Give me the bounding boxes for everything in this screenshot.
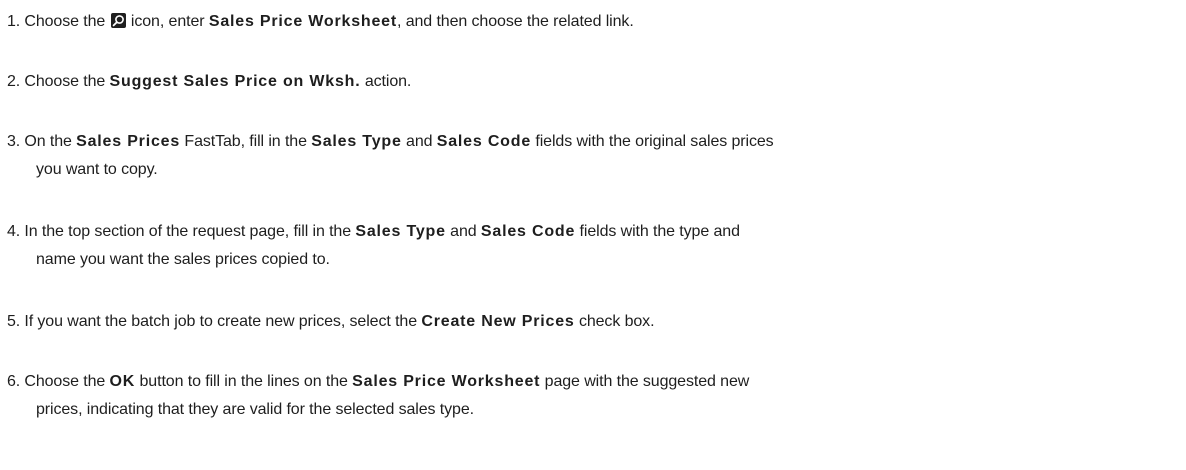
ui-term-sales-type: Sales Type bbox=[311, 133, 402, 150]
search-icon bbox=[110, 13, 126, 28]
step-text-segment: button to fill in the lines on the bbox=[135, 373, 353, 390]
ui-term-ok: OK bbox=[109, 373, 136, 390]
step-number: 6. bbox=[7, 373, 21, 390]
step-number: 1. bbox=[7, 13, 21, 30]
ui-term-sales-type: Sales Type bbox=[355, 223, 446, 240]
ui-term-sales-code: Sales Code bbox=[480, 223, 576, 240]
ui-term-suggest-sales-price: Suggest Sales Price on Wksh. bbox=[109, 73, 361, 90]
step-text-continuation: prices, indicating that they are valid f… bbox=[36, 401, 474, 418]
step-6: 6. Choose the OK button to fill in the l… bbox=[0, 368, 1170, 424]
step-5: 5. If you want the batch job to create n… bbox=[0, 308, 1170, 336]
step-text-segment: page with the suggested new bbox=[540, 373, 750, 390]
step-3: 3. On the Sales Prices FastTab, fill in … bbox=[0, 128, 1170, 184]
step-text-continuation: name you want the sales prices copied to… bbox=[36, 251, 330, 268]
step-number: 4. bbox=[7, 223, 21, 240]
step-text: On the Sales Prices FastTab, fill in the… bbox=[24, 133, 773, 150]
step-text-continuation: you want to copy. bbox=[36, 161, 158, 178]
step-text-segment: If you want the batch job to create new … bbox=[24, 313, 422, 330]
step-text-segment: , and then choose the related link. bbox=[397, 13, 634, 30]
step-text-segment: FastTab, fill in the bbox=[180, 133, 312, 150]
step-text: If you want the batch job to create new … bbox=[24, 313, 654, 330]
step-text: In the top section of the request page, … bbox=[24, 223, 740, 240]
step-text-segment: and bbox=[445, 223, 481, 240]
step-text-segment: In the top section of the request page, … bbox=[24, 223, 356, 240]
step-2: 2. Choose the Suggest Sales Price on Wks… bbox=[0, 68, 1170, 96]
step-text-segment: On the bbox=[24, 133, 77, 150]
ui-term-sales-price-worksheet: Sales Price Worksheet bbox=[208, 13, 398, 30]
step-number: 5. bbox=[7, 313, 21, 330]
ui-term-sales-price-worksheet: Sales Price Worksheet bbox=[352, 373, 541, 390]
step-text: Choose the icon, enter Sales Price Works… bbox=[24, 13, 634, 30]
step-text-segment: action. bbox=[360, 73, 412, 90]
step-text: Choose the Suggest Sales Price on Wksh. … bbox=[24, 73, 411, 90]
step-text-segment: and bbox=[401, 133, 437, 150]
step-text-segment: check box. bbox=[574, 313, 655, 330]
ui-term-sales-prices: Sales Prices bbox=[76, 133, 181, 150]
step-text-segment: icon, enter bbox=[126, 13, 209, 30]
ui-term-create-new-prices: Create New Prices bbox=[421, 313, 575, 330]
step-text-segment: Choose the bbox=[24, 373, 110, 390]
step-number: 2. bbox=[7, 73, 21, 90]
step-text-segment: Choose the bbox=[24, 13, 110, 30]
step-text-segment: Choose the bbox=[24, 73, 110, 90]
step-number: 3. bbox=[7, 133, 21, 150]
step-4: 4. In the top section of the request pag… bbox=[0, 218, 1170, 274]
step-1: 1. Choose the icon, enter Sales Price Wo… bbox=[0, 8, 1170, 36]
step-text: Choose the OK button to fill in the line… bbox=[24, 373, 749, 390]
step-text-segment: fields with the type and bbox=[575, 223, 740, 240]
step-text-segment: fields with the original sales prices bbox=[531, 133, 774, 150]
ui-term-sales-code: Sales Code bbox=[436, 133, 532, 150]
